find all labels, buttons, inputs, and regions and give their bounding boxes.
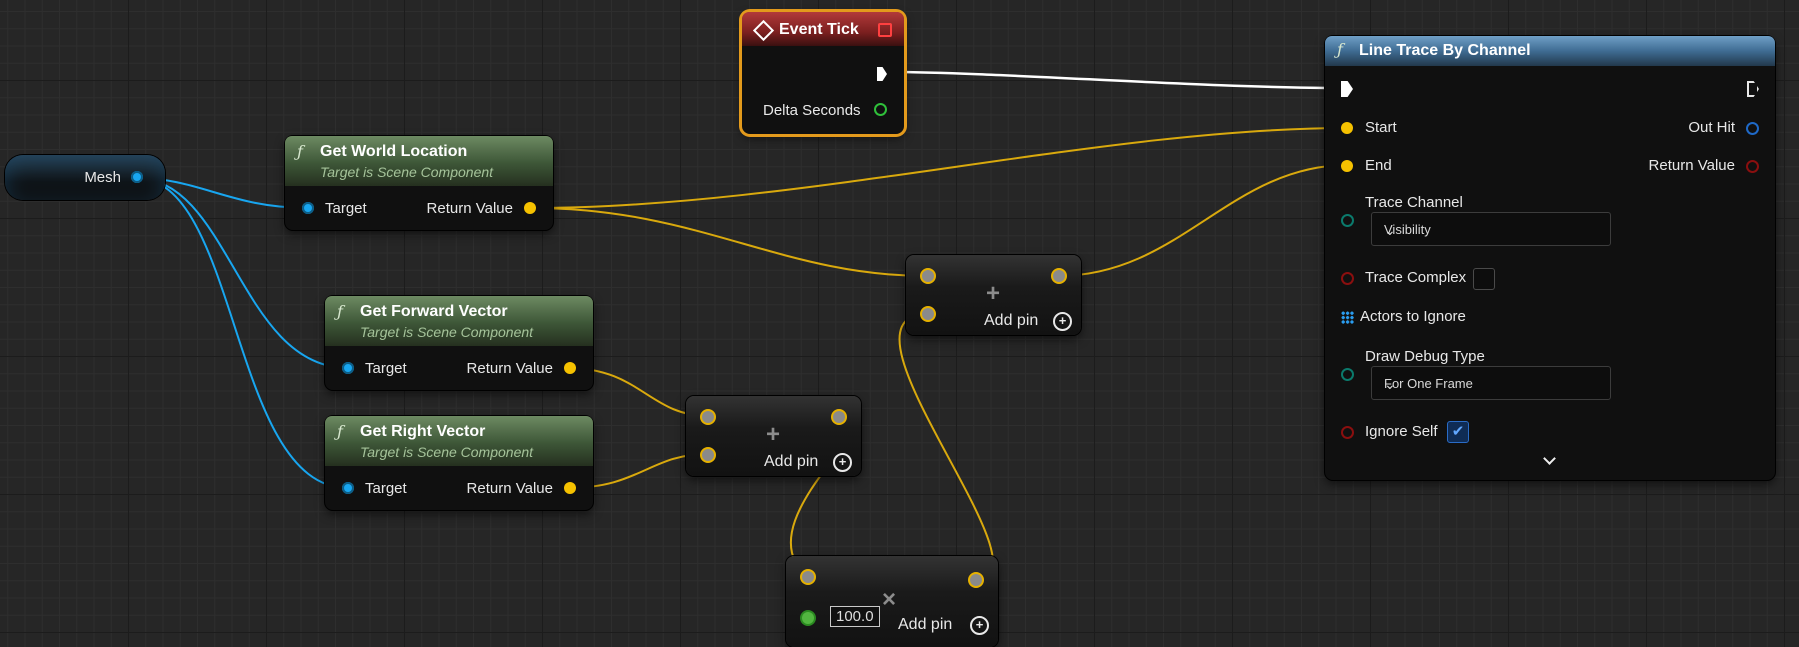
add-node[interactable]: + Add pin + bbox=[686, 396, 861, 476]
add-node[interactable]: + Add pin + bbox=[906, 255, 1081, 335]
multiply-input-a-pin[interactable] bbox=[802, 571, 814, 583]
add-pin-label[interactable]: Add pin bbox=[898, 616, 952, 634]
start-pin[interactable] bbox=[1341, 122, 1353, 134]
mesh-variable-node[interactable]: Mesh bbox=[5, 155, 165, 200]
add-input-a-pin[interactable] bbox=[702, 411, 714, 423]
add-output-pin[interactable] bbox=[833, 411, 845, 423]
return-value-pin[interactable] bbox=[564, 362, 576, 374]
array-grid-icon[interactable] bbox=[1341, 311, 1354, 324]
node-title: Get Forward Vector bbox=[360, 303, 508, 320]
get-forward-vector-node[interactable]: ƒ Get Forward Vector Target is Scene Com… bbox=[325, 296, 593, 390]
out-hit-label: Out Hit bbox=[1688, 119, 1735, 136]
mult-to-add1 bbox=[898, 313, 994, 581]
plus-operator: + bbox=[986, 280, 1001, 307]
node-title: Get World Location bbox=[320, 143, 468, 160]
trace-complex-label: Trace Complex bbox=[1365, 269, 1467, 286]
function-icon: ƒ bbox=[297, 142, 303, 161]
return-value-label: Return Value bbox=[466, 480, 553, 497]
function-icon: ƒ bbox=[1337, 40, 1343, 59]
plus-circle-icon[interactable]: + bbox=[1053, 312, 1072, 331]
end-label: End bbox=[1365, 157, 1392, 174]
actors-to-ignore-label: Actors to Ignore bbox=[1360, 308, 1466, 325]
out-hit-pin[interactable] bbox=[1746, 122, 1759, 135]
multiply-output-pin[interactable] bbox=[970, 574, 982, 586]
plus-circle-icon[interactable]: + bbox=[970, 616, 989, 635]
return-value-label: Return Value bbox=[426, 200, 513, 217]
delta-seconds-label: Delta Seconds bbox=[763, 102, 861, 119]
plus-circle-icon[interactable]: + bbox=[833, 453, 852, 472]
trace-complex-pin[interactable] bbox=[1341, 272, 1354, 285]
trace-channel-label: Trace Channel bbox=[1365, 194, 1463, 211]
add-output-pin[interactable] bbox=[1053, 270, 1065, 282]
trace-channel-dropdown[interactable]: Visibility ⌄ bbox=[1371, 212, 1611, 246]
event-tick-node[interactable]: Event Tick Delta Seconds bbox=[742, 12, 904, 134]
exec-in-pin[interactable] bbox=[1341, 81, 1353, 97]
get-right-vector-node[interactable]: ƒ Get Right Vector Target is Scene Compo… bbox=[325, 416, 593, 510]
trace-channel-pin[interactable] bbox=[1341, 214, 1354, 227]
exec-out-pin[interactable] bbox=[1747, 81, 1759, 97]
multiply-value-input[interactable]: 100.0 bbox=[830, 606, 880, 627]
multiply-node[interactable]: × 100.0 Add pin + bbox=[786, 556, 998, 647]
add-pin-label[interactable]: Add pin bbox=[984, 312, 1038, 330]
function-icon: ƒ bbox=[337, 422, 343, 441]
exec-wire bbox=[884, 70, 1346, 90]
return-value-label: Return Value bbox=[1648, 157, 1735, 174]
add-pin-label[interactable]: Add pin bbox=[764, 453, 818, 471]
add1-to-end bbox=[1057, 164, 1349, 277]
node-title: Get Right Vector bbox=[360, 423, 486, 440]
multiply-operator: × bbox=[882, 586, 897, 613]
chevron-down-icon: ⌄ bbox=[1384, 222, 1396, 238]
target-label: Target bbox=[365, 360, 407, 377]
plus-operator: + bbox=[766, 421, 781, 448]
ignore-self-label: Ignore Self bbox=[1365, 423, 1438, 440]
chevron-down-icon[interactable] bbox=[1543, 452, 1556, 465]
delta-seconds-pin[interactable] bbox=[874, 103, 887, 116]
draw-debug-type-label: Draw Debug Type bbox=[1365, 348, 1485, 365]
return-value-pin[interactable] bbox=[1746, 160, 1759, 173]
node-subtitle: Target is Scene Component bbox=[360, 444, 534, 460]
node-subtitle: Target is Scene Component bbox=[320, 164, 494, 180]
get-world-location-node[interactable]: ƒ Get World Location Target is Scene Com… bbox=[285, 136, 553, 230]
draw-debug-type-dropdown[interactable]: For One Frame ⌄ bbox=[1371, 366, 1611, 400]
target-pin[interactable] bbox=[342, 482, 354, 494]
world-to-start bbox=[531, 127, 1349, 209]
ignore-self-pin[interactable] bbox=[1341, 426, 1354, 439]
end-pin[interactable] bbox=[1341, 160, 1353, 172]
multiply-input-b-pin[interactable] bbox=[802, 612, 814, 624]
return-value-pin[interactable] bbox=[564, 482, 576, 494]
mesh-output-pin[interactable] bbox=[131, 171, 143, 183]
target-label: Target bbox=[365, 480, 407, 497]
function-icon: ƒ bbox=[337, 302, 343, 321]
add-input-b-pin[interactable] bbox=[922, 308, 934, 320]
exec-out-pin[interactable] bbox=[877, 67, 887, 81]
draw-debug-type-pin[interactable] bbox=[1341, 368, 1354, 381]
mesh-label: Mesh bbox=[84, 169, 121, 186]
add-input-b-pin[interactable] bbox=[702, 449, 714, 461]
trace-complex-checkbox[interactable] bbox=[1473, 268, 1495, 290]
target-pin[interactable] bbox=[302, 202, 314, 214]
node-title: Event Tick bbox=[779, 21, 859, 38]
target-pin[interactable] bbox=[342, 362, 354, 374]
ignore-self-checkbox[interactable]: ✔ bbox=[1447, 421, 1469, 443]
node-title: Line Trace By Channel bbox=[1359, 42, 1531, 59]
chevron-down-icon: ⌄ bbox=[1384, 376, 1396, 392]
line-trace-by-channel-node[interactable]: ƒ Line Trace By Channel Start Out Hit En… bbox=[1325, 36, 1775, 480]
node-subtitle: Target is Scene Component bbox=[360, 324, 534, 340]
target-label: Target bbox=[325, 200, 367, 217]
stop-icon bbox=[878, 23, 892, 37]
start-label: Start bbox=[1365, 119, 1397, 136]
world-to-add1 bbox=[531, 207, 929, 277]
return-value-label: Return Value bbox=[466, 360, 553, 377]
add-input-a-pin[interactable] bbox=[922, 270, 934, 282]
return-value-pin[interactable] bbox=[524, 202, 536, 214]
